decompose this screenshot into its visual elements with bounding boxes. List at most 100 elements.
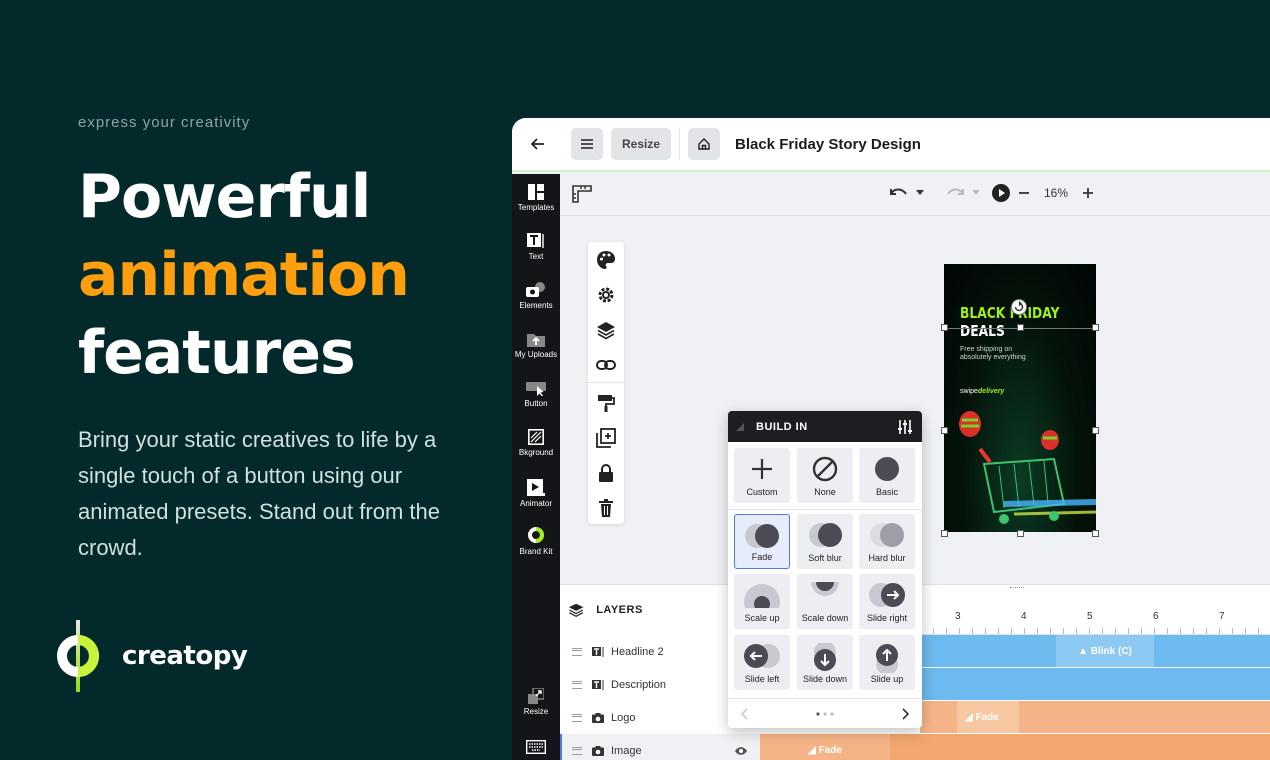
preset-slide-left[interactable]: Slide left [734, 635, 790, 690]
slide-left-preset-icon [744, 644, 780, 668]
trash-icon[interactable] [596, 498, 616, 518]
timeline-ruler[interactable]: 3 4 5 6 7 [920, 605, 1270, 635]
preset-slide-right[interactable]: Slide right [859, 574, 915, 629]
resize-handle[interactable] [1092, 530, 1099, 537]
ruler-icon[interactable] [572, 185, 592, 203]
track-logo-fade[interactable]: ◢ Fade [957, 701, 1019, 733]
zoom-in-icon[interactable] [1082, 187, 1094, 199]
resize-handle[interactable] [941, 530, 948, 537]
build-in-title: BUILD IN [756, 420, 808, 433]
preset-label: Scale up [744, 613, 780, 623]
settings-gear-icon[interactable] [596, 285, 616, 305]
none-icon [812, 456, 838, 482]
slide-right-preset-icon [869, 583, 905, 607]
preset-label: None [814, 487, 836, 497]
preset-custom[interactable]: Custom [734, 448, 790, 503]
drag-handle-icon[interactable] [572, 713, 582, 722]
preset-label: Soft blur [808, 553, 842, 563]
image-layer-icon [592, 745, 604, 756]
preset-basic[interactable]: Basic [859, 448, 915, 503]
ruler-minor-ticks [920, 628, 1270, 634]
resize-handle[interactable] [1092, 324, 1099, 331]
resize-handle[interactable] [1017, 530, 1024, 537]
sliders-icon[interactable] [898, 419, 912, 435]
chevron-right-icon[interactable] [902, 707, 910, 720]
text-layer-icon [592, 679, 604, 690]
sidebar-item-background[interactable]: Bkground [512, 429, 560, 457]
sidebar-item-templates[interactable]: Templates [512, 184, 560, 212]
sidebar-item-elements[interactable]: Elements [512, 282, 560, 310]
document-title[interactable]: Black Friday Story Design [735, 136, 921, 153]
resize-handle[interactable] [941, 427, 948, 434]
duplicate-icon[interactable] [596, 428, 616, 448]
preset-label: Basic [875, 487, 898, 497]
preset-fade[interactable]: Fade [734, 514, 790, 569]
preset-scale-down[interactable]: Scale down [797, 574, 853, 629]
track-blink-segment[interactable]: ▲ Blink (C) [1056, 635, 1154, 667]
lock-icon[interactable] [596, 463, 616, 483]
zoom-level[interactable]: 16% [1044, 186, 1068, 200]
slide-up-preset-icon [876, 644, 898, 673]
history-controls: 16% [890, 184, 1094, 202]
chevron-down-icon[interactable] [916, 190, 924, 196]
track-description[interactable] [920, 668, 1270, 700]
preset-label: Hard blur [868, 553, 906, 563]
arrow-left-icon [531, 138, 544, 150]
preset-label: Fade [751, 552, 773, 562]
fade-ramp-icon: ◢ [965, 711, 976, 723]
palette-icon[interactable] [596, 250, 616, 270]
layers-icon[interactable] [596, 320, 616, 340]
preset-label: Slide left [744, 674, 780, 684]
play-icon[interactable] [992, 184, 1010, 202]
sidebar-item-brand-kit[interactable]: Brand Kit [512, 526, 560, 556]
templates-icon [528, 184, 544, 200]
keyboard-shortcuts-button[interactable] [512, 740, 560, 757]
undo-icon[interactable] [890, 186, 908, 200]
sidebar-item-button[interactable]: Button [512, 380, 560, 408]
resize-button[interactable]: Resize [611, 128, 671, 160]
plus-icon [752, 459, 772, 479]
rotate-icon[interactable] [1011, 299, 1027, 315]
preset-none[interactable]: None [797, 448, 853, 503]
sidebar-item-animator[interactable]: Animator [512, 479, 560, 508]
preset-slide-down[interactable]: Slide down [797, 635, 853, 690]
drag-handle-icon[interactable] [572, 746, 582, 755]
scale-up-preset-icon [744, 584, 780, 608]
link-icon[interactable] [596, 355, 616, 375]
redo-icon[interactable] [946, 186, 964, 200]
preset-hard-blur[interactable]: Hard blur [859, 514, 915, 569]
selection-box [944, 328, 1096, 533]
layer-name: Headline 2 [611, 645, 664, 658]
sidebar-item-resize[interactable]: Resize [512, 688, 560, 716]
layer-row-image[interactable]: Image [560, 734, 760, 760]
panel-resize-grip[interactable] [1010, 587, 1024, 590]
chevron-down-icon[interactable] [972, 190, 980, 196]
sidebar-label: Button [524, 399, 548, 408]
back-button[interactable] [522, 128, 554, 160]
text-icon [527, 233, 544, 248]
preset-slide-up[interactable]: Slide up [859, 635, 915, 690]
home-button[interactable] [688, 128, 720, 160]
chevron-left-icon[interactable] [740, 707, 748, 720]
track-label: ▲ [1078, 645, 1091, 657]
drag-handle-icon[interactable] [572, 680, 582, 689]
zoom-out-icon[interactable] [1018, 187, 1030, 199]
eye-icon[interactable] [734, 746, 748, 756]
menu-button[interactable] [571, 128, 603, 160]
drag-handle-icon[interactable] [572, 647, 582, 656]
resize-handle[interactable] [1017, 324, 1024, 331]
soft-blur-preset-icon [809, 523, 842, 547]
resize-handle[interactable] [941, 324, 948, 331]
scale-down-preset-icon [811, 582, 839, 596]
layer-name: Logo [611, 711, 636, 724]
sidebar-item-text[interactable]: Text [512, 233, 560, 261]
sidebar-item-uploads[interactable]: My Uploads [512, 331, 560, 359]
resize-handle[interactable] [1092, 427, 1099, 434]
sidebar-label: Elements [519, 301, 553, 310]
preset-soft-blur[interactable]: Soft blur [797, 514, 853, 569]
preset-scale-up[interactable]: Scale up [734, 574, 790, 629]
track-image-fade[interactable]: ◢ Fade [760, 734, 890, 760]
format-painter-icon[interactable] [596, 393, 616, 413]
sidebar-label: Animator [519, 499, 552, 508]
hero-headline: Powerful animation features [78, 158, 410, 392]
